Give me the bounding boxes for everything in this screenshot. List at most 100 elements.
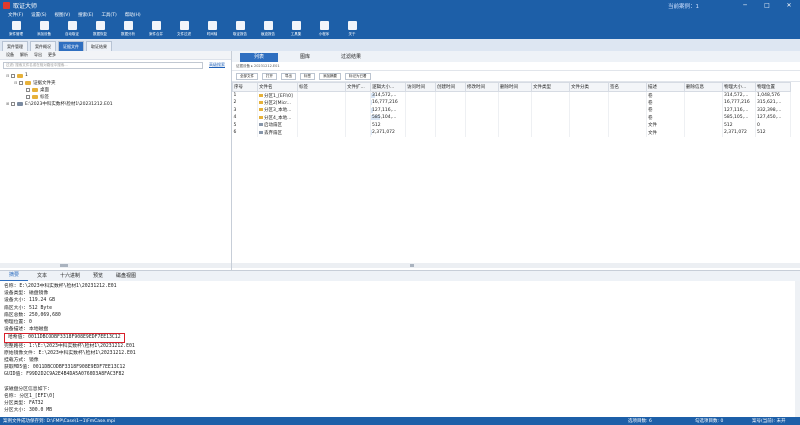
tree-checkbox[interactable] <box>26 87 30 92</box>
auto-forensics-icon <box>67 21 77 30</box>
column-header[interactable]: 文件类型 <box>531 82 570 92</box>
minimize-icon[interactable]: ─ <box>734 0 756 11</box>
table-row[interactable]: 3 分区3_本地... 127,116,... 卷 127,116,... 332,398… <box>232 106 791 114</box>
physical-size: 512 <box>722 121 756 129</box>
more-dropdown[interactable]: 更多 <box>48 52 56 58</box>
tree-checkbox[interactable] <box>19 80 23 85</box>
export-button[interactable]: 导出 <box>281 72 296 80</box>
logical-size: 16,777,216 <box>370 99 406 107</box>
menu-file[interactable]: 文件(F) <box>8 12 23 18</box>
open-button[interactable]: 打开 <box>262 72 277 80</box>
column-header[interactable]: 删除信息 <box>684 82 723 92</box>
column-header[interactable]: 序号 <box>232 82 258 92</box>
table-header: 序号 文件名 标签 文件扩... 逻辑大小... 访问时间 创建时间 修改时间 删除时间 文件类型… <box>232 82 791 92</box>
tree-node-case[interactable]: ⊟ 1 <box>6 72 231 79</box>
summary-line: 哈希值: 0011DBCODBF3318F908E9EDF7EE13C12 <box>4 333 796 343</box>
detail-vertical-scrollbar[interactable] <box>795 281 800 418</box>
mark-viewed-button[interactable]: 标记为已看 <box>345 72 371 80</box>
table-row[interactable]: 4 分区4_本地... 585,104,... 卷 585,105,... 127,450… <box>232 114 791 122</box>
tab-summary[interactable]: 摘要 <box>0 271 28 281</box>
folder-icon <box>32 87 38 92</box>
column-header[interactable]: 访问时间 <box>405 82 436 92</box>
tab-filter-results[interactable]: 过滤结果 <box>332 53 370 62</box>
tree-checkbox[interactable] <box>26 94 30 99</box>
tree-node-image-file[interactable]: ⊞ E:\2023中科实数杯\检材1\20231212.E01 <box>6 100 231 107</box>
table-row[interactable]: 5 启动扇区 512 文件 512 0 <box>232 121 791 129</box>
tab-hex[interactable]: 十六进制 <box>56 272 84 281</box>
data-analysis-button[interactable]: 数据分析 <box>116 19 140 39</box>
row-index: 6 <box>232 129 258 137</box>
tab-case-overview[interactable]: 案件概况 <box>30 41 56 51</box>
file-filter-button[interactable]: 文件过滤 <box>172 19 196 39</box>
file-scope-select[interactable]: 全部文件 <box>236 72 258 80</box>
tree-horizontal-scrollbar[interactable] <box>0 263 231 268</box>
add-device-button[interactable]: 添加设备 <box>32 19 56 39</box>
modify-time <box>465 91 499 99</box>
scroll-thumb[interactable] <box>410 264 414 267</box>
tree-node-tags[interactable]: 标签 <box>6 93 231 100</box>
physical-position: 512 <box>755 129 791 137</box>
row-index: 1 <box>232 91 258 99</box>
column-header[interactable]: 物理大小... <box>722 82 756 92</box>
tag-button[interactable]: 标签 <box>300 72 315 80</box>
column-header[interactable]: 修改时间 <box>465 82 499 92</box>
data-recovery-button[interactable]: 数据恢复 <box>88 19 112 39</box>
close-icon[interactable]: ✕ <box>778 0 800 11</box>
tab-text[interactable]: 文本 <box>28 272 56 281</box>
trace-report-button[interactable]: 痕迹报告 <box>256 19 280 39</box>
column-header[interactable]: 创建时间 <box>435 82 466 92</box>
selected-count: 选项目数: 6 <box>628 419 652 424</box>
column-header[interactable]: 文件名 <box>257 82 298 92</box>
column-header[interactable]: 物理位置 <box>755 82 791 92</box>
column-header[interactable]: 签名 <box>608 82 647 92</box>
column-header[interactable]: 描述 <box>646 82 685 92</box>
column-header[interactable]: 文件分类 <box>569 82 609 92</box>
column-header[interactable]: 文件扩... <box>345 82 371 92</box>
add-digest-button[interactable]: 添加摘要 <box>319 72 341 80</box>
about-button[interactable]: 关于 <box>340 19 364 39</box>
description: 卷 <box>646 106 685 114</box>
tree-checkbox[interactable] <box>11 101 15 106</box>
scroll-thumb[interactable] <box>60 264 68 267</box>
table-row[interactable]: 2 分区2[Micr... 16,777,216 卷 16,777,216 315,621… <box>232 99 791 107</box>
timeline-button[interactable]: 时间轴 <box>200 19 224 39</box>
tree-node-desktop[interactable]: 桌面 <box>6 86 231 93</box>
tab-gallery[interactable]: 图库 <box>286 53 324 62</box>
tree-search-input[interactable]: 过滤/ 搜索文件名或在相对路径中搜索... <box>3 61 203 69</box>
mini-program-button[interactable]: 小程序 <box>312 19 336 39</box>
column-header[interactable]: 逻辑大小... <box>370 82 406 92</box>
toolset-button[interactable]: 工具集 <box>284 19 308 39</box>
table-row[interactable]: 1 分区1_[EFI\0] 314,572,... 卷 314,572,... 1,048… <box>232 91 791 99</box>
menu-search[interactable]: 搜索(E) <box>78 12 93 18</box>
delete-info <box>684 99 723 107</box>
maximize-icon[interactable]: □ <box>756 0 778 11</box>
forensic-report-button[interactable]: 取证报告 <box>228 19 252 39</box>
file-type <box>531 129 570 137</box>
case-manage-button[interactable]: 案件管理 <box>4 19 28 39</box>
advanced-search-link[interactable]: 高级搜索 <box>209 62 225 68</box>
case-merge-button[interactable]: 案件合并 <box>144 19 168 39</box>
tab-list[interactable]: 列表 <box>240 53 278 62</box>
table-row[interactable]: 6 丢弃扇区 2,371,072 文件 2,371,072 512 <box>232 129 791 137</box>
tab-disk-view[interactable]: 磁盘视图 <box>112 272 140 281</box>
list-horizontal-scrollbar[interactable] <box>232 263 800 268</box>
tree-checkbox[interactable] <box>11 73 15 78</box>
tree-node-evidence-folder[interactable]: ⊟ 证据文件夹 <box>6 79 231 86</box>
tab-evidence-files[interactable]: 证据文件 <box>58 41 84 51</box>
menu-help[interactable]: 帮助(H) <box>125 12 141 18</box>
column-header[interactable]: 删除时间 <box>498 82 532 92</box>
menu-settings[interactable]: 设置(S) <box>31 12 46 18</box>
column-header[interactable]: 标签 <box>297 82 346 92</box>
menu-tools[interactable]: 工具(T) <box>101 12 116 18</box>
device-dropdown[interactable]: 设备 <box>6 52 14 58</box>
auto-forensics-button[interactable]: 自动取证 <box>60 19 84 39</box>
tab-case-manage[interactable]: 案件管理 <box>2 41 28 51</box>
sector-icon <box>259 123 263 127</box>
export-dropdown[interactable]: 导出 <box>34 52 42 58</box>
tab-preview[interactable]: 预览 <box>84 272 112 281</box>
tab-forensic-results[interactable]: 取证结果 <box>86 41 112 51</box>
row-index: 5 <box>232 121 258 129</box>
summary-line: 设备描述: 本地磁盘 <box>4 327 49 333</box>
parse-dropdown[interactable]: 解析 <box>20 52 28 58</box>
menu-view[interactable]: 视图(V) <box>54 12 70 18</box>
